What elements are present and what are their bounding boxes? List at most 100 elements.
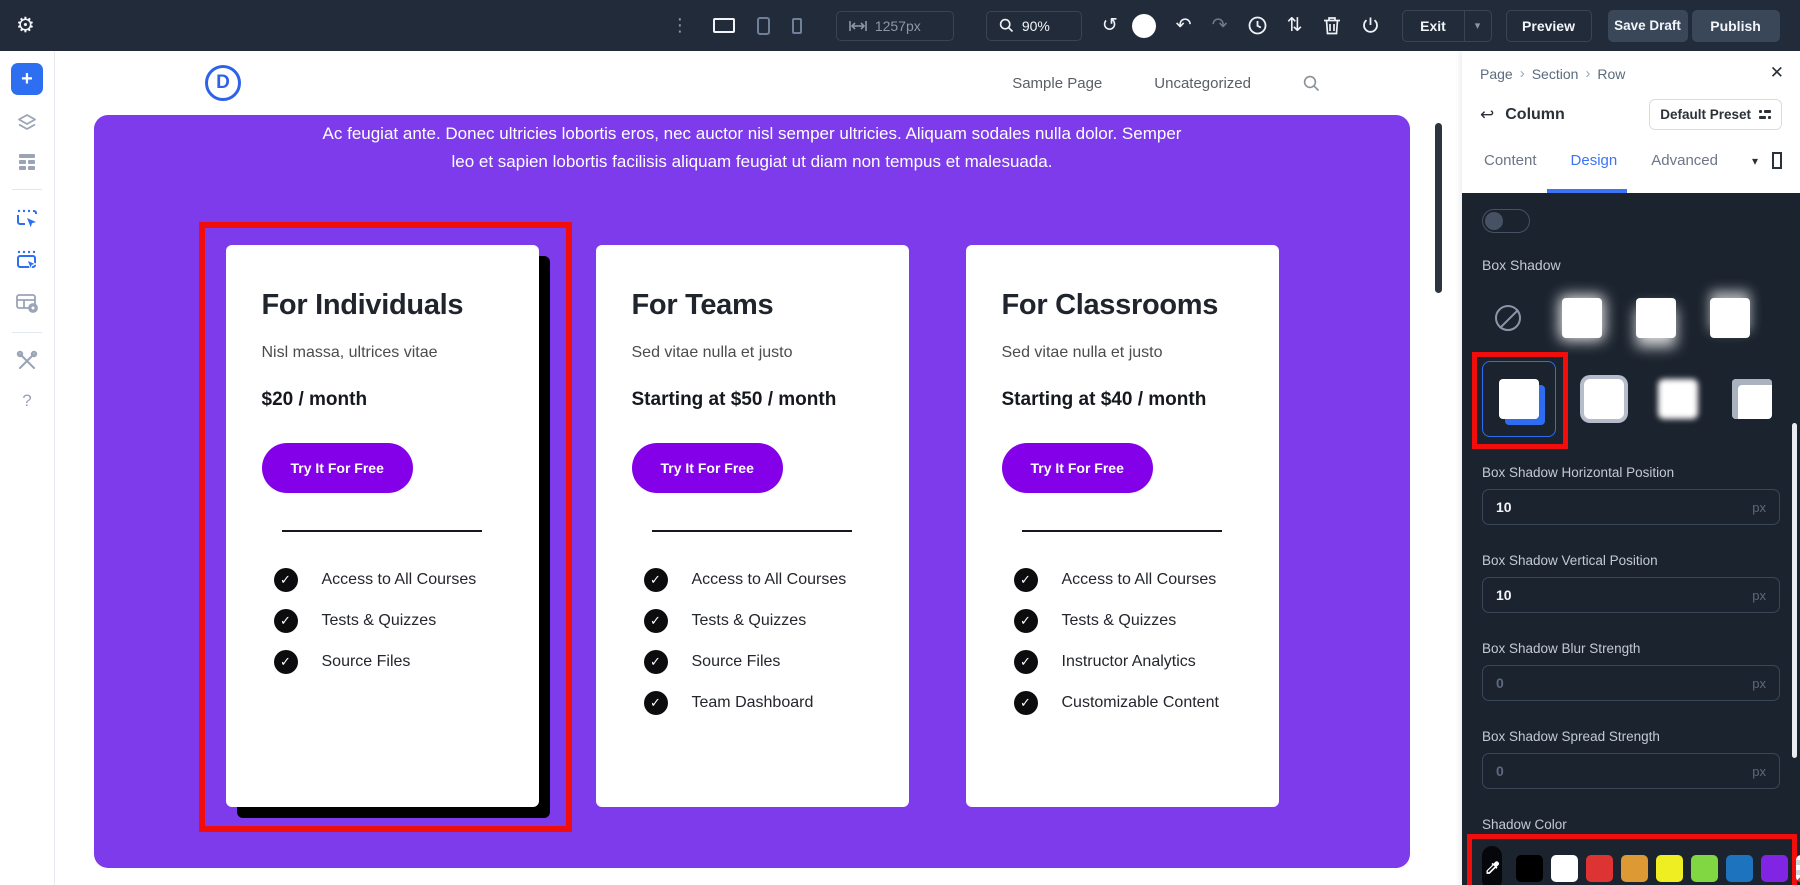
check-icon: ✓	[1014, 650, 1038, 674]
shadow-preset-glow-bottom[interactable]	[1636, 298, 1676, 338]
feature-item: ✓ Customizable Content	[1014, 691, 1243, 715]
tab-design[interactable]: Design	[1571, 152, 1618, 169]
exit-button[interactable]: Exit	[1402, 10, 1464, 42]
toggle-switch-off[interactable]	[1482, 209, 1530, 233]
trash-icon[interactable]	[1323, 16, 1341, 35]
pricing-card-individuals[interactable]: For Individuals Nisl massa, ultrices vit…	[226, 245, 539, 807]
history-clock-icon[interactable]	[1248, 16, 1267, 35]
blur-strength-input[interactable]	[1496, 675, 1752, 691]
breadcrumb-row[interactable]: Row	[1597, 66, 1625, 82]
wireframe-view-icon[interactable]	[16, 151, 38, 173]
more-options-icon[interactable]: ⋮	[671, 15, 689, 36]
canvas-width-input[interactable]: 1257px	[836, 11, 954, 41]
page-title: Sample Page	[1012, 75, 1102, 92]
page-header-bar: D Sample Page Uncategorized	[55, 51, 1448, 115]
zoom-level-input[interactable]: 90%	[986, 11, 1082, 41]
shadow-color-picker	[1482, 846, 1780, 885]
width-arrows-icon	[849, 20, 867, 32]
help-icon[interactable]: ?	[22, 391, 31, 411]
left-sidebar: +	[0, 51, 55, 885]
feature-list: ✓ Access to All Courses ✓ Tests & Quizze…	[1002, 568, 1243, 715]
field-horizontal-position: Box Shadow Horizontal Position px	[1482, 465, 1780, 525]
tab-advanced[interactable]: Advanced	[1651, 152, 1718, 169]
power-icon[interactable]	[1361, 16, 1380, 35]
shadow-preset-glow-top[interactable]	[1710, 298, 1750, 338]
preview-button[interactable]: Preview	[1506, 10, 1592, 42]
field-vertical-position: Box Shadow Vertical Position px	[1482, 553, 1780, 613]
tablet-view-icon[interactable]	[757, 17, 770, 35]
builder-settings-icon[interactable]	[14, 290, 40, 316]
spread-strength-input[interactable]	[1496, 763, 1752, 779]
exit-caret-icon[interactable]: ▾	[1464, 10, 1492, 42]
back-arrow-icon[interactable]: ↩	[1480, 105, 1494, 125]
settings-gear-icon[interactable]: ⚙	[16, 13, 35, 38]
feature-item: ✓ Tests & Quizzes	[274, 609, 503, 633]
color-swatch-transparent[interactable]	[1796, 855, 1800, 882]
card-divider	[652, 530, 852, 532]
color-swatch-blue[interactable]	[1726, 855, 1753, 882]
chevron-down-icon[interactable]: ▾	[1752, 154, 1758, 168]
color-swatch-white[interactable]	[1551, 855, 1578, 882]
publish-button[interactable]: Publish	[1692, 10, 1780, 42]
shadow-preset-inset[interactable]	[1732, 379, 1772, 419]
pricing-section[interactable]: Ac feugiat ante. Donec ultricies loborti…	[94, 115, 1410, 868]
shadow-preset-blur[interactable]	[1658, 379, 1698, 419]
search-icon[interactable]	[1303, 75, 1320, 92]
status-dot[interactable]	[1132, 14, 1156, 38]
card-subtitle: Sed vitae nulla et justo	[632, 344, 873, 362]
feature-list: ✓ Access to All Courses ✓ Tests & Quizze…	[632, 568, 873, 715]
shadow-preset-offset-selected[interactable]	[1482, 361, 1556, 437]
zoom-level-value: 90%	[1022, 18, 1050, 34]
breadcrumb-section[interactable]: Section	[1532, 66, 1579, 82]
color-swatch-yellow[interactable]	[1656, 855, 1683, 882]
close-icon[interactable]: ✕	[1770, 63, 1784, 83]
hover-mode-icon[interactable]	[14, 248, 40, 274]
phone-view-icon[interactable]	[792, 18, 802, 34]
sidebar-divider	[12, 189, 42, 190]
undo-icon[interactable]: ↺	[1102, 14, 1118, 37]
redo-curved-icon[interactable]: ↶	[1176, 14, 1192, 37]
vertical-position-input[interactable]	[1496, 587, 1752, 603]
click-mode-icon[interactable]	[14, 206, 40, 232]
builder-canvas: D Sample Page Uncategorized Ac feugiat a…	[55, 51, 1448, 885]
check-icon: ✓	[644, 609, 668, 633]
breadcrumb-page[interactable]: Page	[1480, 66, 1513, 82]
shadow-none-icon[interactable]	[1495, 305, 1521, 331]
shadow-preset-glow-all[interactable]	[1562, 298, 1602, 338]
field-spread-strength: Box Shadow Spread Strength px	[1482, 729, 1780, 789]
panel-scrollbar[interactable]	[1792, 423, 1797, 758]
canvas-scrollbar[interactable]	[1435, 123, 1442, 293]
shadow-preset-ring[interactable]	[1584, 379, 1624, 419]
try-free-button[interactable]: Try It For Free	[632, 443, 783, 493]
feature-item: ✓ Instructor Analytics	[1014, 650, 1243, 674]
try-free-button[interactable]: Try It For Free	[262, 443, 413, 493]
color-swatch-red[interactable]	[1586, 855, 1613, 882]
pricing-card-teams[interactable]: For Teams Sed vitae nulla et justo Start…	[596, 245, 909, 807]
color-swatch-purple[interactable]	[1761, 855, 1788, 882]
horizontal-position-input[interactable]	[1496, 499, 1752, 515]
save-draft-button[interactable]: Save Draft	[1608, 10, 1688, 42]
check-icon: ✓	[644, 691, 668, 715]
layers-icon[interactable]	[15, 111, 39, 135]
tools-icon[interactable]	[15, 349, 39, 373]
color-swatch-orange[interactable]	[1621, 855, 1648, 882]
settings-panel-header: Page › Section › Row ✕ ↩ Column Default …	[1462, 51, 1800, 193]
eyedropper-button[interactable]	[1482, 846, 1502, 885]
pricing-card-classrooms[interactable]: For Classrooms Sed vitae nulla et justo …	[966, 245, 1279, 807]
card-title: For Teams	[632, 289, 873, 322]
feature-item: ✓ Access to All Courses	[274, 568, 503, 592]
desktop-view-icon[interactable]	[713, 18, 735, 33]
add-module-button[interactable]: +	[11, 63, 43, 95]
sort-arrows-icon[interactable]: ⇅	[1287, 14, 1303, 37]
field-blur-strength: Box Shadow Blur Strength px	[1482, 641, 1780, 701]
tab-content[interactable]: Content	[1484, 152, 1537, 169]
zoom-magnifier-icon	[999, 18, 1014, 33]
breadcrumb: Page › Section › Row	[1480, 65, 1782, 82]
try-free-button[interactable]: Try It For Free	[1002, 443, 1153, 493]
color-swatch-black[interactable]	[1516, 855, 1543, 882]
redo-disabled-icon: ↷	[1212, 14, 1228, 37]
default-preset-button[interactable]: Default Preset	[1649, 99, 1782, 130]
color-swatch-green[interactable]	[1691, 855, 1718, 882]
feature-item: ✓ Access to All Courses	[1014, 568, 1243, 592]
desktop-mode-icon[interactable]	[1772, 152, 1782, 169]
